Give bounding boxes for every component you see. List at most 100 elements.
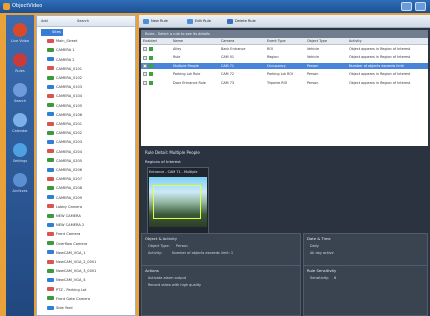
tree-item[interactable]: NewCAM_VGA_2_0001 (47, 259, 96, 266)
camera-icon (43, 29, 50, 34)
activity-value: Number of objects exceeds limit: 1 (172, 251, 234, 255)
rule-row[interactable]: Multiple People CAM 71 Occupancy Person Numb… (141, 62, 428, 70)
rule-activity: Number of objects exceeds limit (349, 63, 404, 68)
tree-item-label: CAMERA_0203 (56, 140, 83, 145)
edit-rule-button[interactable]: Edit Rule (187, 18, 211, 25)
region-caption: Entrance - CAM 71 - Multiple (149, 170, 198, 174)
rule-enabled-checkbox[interactable] (143, 47, 147, 52)
tree-item[interactable]: CAMERA_0204 (47, 149, 82, 156)
tree-add-button[interactable]: Add (41, 18, 48, 25)
rule-camera: CAM 72 (221, 72, 235, 77)
tree-item[interactable]: CAMERA_0209 (47, 195, 82, 202)
rule-object: Vehicle (307, 47, 320, 51)
delete-rule-button[interactable]: Delete Rule (227, 18, 256, 25)
nav-item-live-video[interactable]: Live Video (6, 23, 34, 43)
minimize-button[interactable] (401, 2, 412, 11)
camera-icon (47, 213, 54, 218)
rule-object: Person (307, 72, 319, 77)
rule-camera: Back Entrance (221, 47, 246, 51)
tree-item[interactable]: CAMERA_0106 (47, 112, 82, 119)
tree-item[interactable]: CAMERA_0207 (47, 176, 82, 183)
tree-item[interactable]: CAMERA_0208 (47, 185, 82, 192)
rules-toolbar: New Rule Edit Rule Delete Rule (139, 15, 430, 28)
column-header[interactable]: Event Type (267, 38, 286, 45)
region-polygon[interactable] (153, 185, 201, 219)
tree-item[interactable]: Main_Street (47, 38, 77, 45)
tree-item[interactable]: CAMERA_0105 (47, 103, 82, 110)
close-button[interactable] (415, 2, 426, 11)
camera-icon (47, 75, 54, 80)
camera-icon (47, 112, 54, 117)
tree-item[interactable]: CAMERA_0103 (47, 84, 82, 91)
camera-icon (47, 268, 54, 273)
tree-item-label: NewCAM_VGA_4 (56, 278, 86, 283)
rule-enabled-checkbox[interactable] (143, 55, 147, 60)
tree-item[interactable]: CAMERA_0104 (47, 93, 82, 100)
camera-icon (47, 250, 54, 255)
tree-item[interactable]: Front Gate Camera (47, 296, 90, 303)
column-header[interactable]: Activity (349, 38, 362, 45)
nav-item-rules[interactable]: Rules (6, 53, 34, 73)
rule-enabled-checkbox[interactable] (143, 72, 147, 77)
tree-item-label: Lobby Camera (56, 204, 83, 209)
tree-item[interactable]: Lobby Camera (47, 204, 82, 211)
search-icon (13, 83, 27, 97)
tree-item[interactable]: Sites (41, 29, 63, 37)
nav-item-archives[interactable]: Archives (6, 173, 34, 193)
tree-item[interactable]: NewCAM_VGA_4 (47, 277, 86, 284)
tree-item-label: Main_Street (56, 39, 78, 44)
tree-item[interactable]: NEW CAMERA (47, 213, 81, 220)
tree-item[interactable]: Side Yard (47, 305, 73, 312)
rule-enabled-checkbox[interactable] (143, 64, 147, 69)
rule-enabled-checkbox[interactable] (143, 80, 147, 85)
tree-item-label: CAMERA 1 (56, 48, 75, 53)
tree-item[interactable]: NewCAM_VGA_3_0001 (47, 268, 96, 275)
tree-item[interactable]: NewCAM_VGA_1 (47, 250, 86, 257)
tree-item[interactable]: CAMERA_0201 (47, 121, 82, 128)
nav-item-calendar[interactable]: Calendar (6, 113, 34, 133)
calendar-icon (13, 113, 27, 127)
tree-item[interactable]: CAMERA_0206 (47, 167, 82, 174)
tree-search-button[interactable]: Search (77, 18, 89, 25)
tree-item[interactable]: Overflow Camera (47, 241, 87, 248)
rule-status-icon (149, 55, 153, 60)
tree-item[interactable]: CAMERA_0101 (47, 66, 82, 73)
camera-icon (47, 66, 54, 71)
tree-item[interactable]: CAMERA_0205 (47, 158, 82, 165)
column-header[interactable]: Object Type (307, 38, 327, 45)
rule-row[interactable]: Alley Back Entrance ROI Vehicle Object appea… (141, 46, 428, 53)
rule-row[interactable]: Door Entrance Rule CAM 73 Tripwire ROI Pers… (141, 80, 428, 87)
camera-icon (47, 47, 54, 52)
rule-detail-title: Rule Detail: Multiple People (145, 150, 200, 155)
camera-icon (47, 296, 54, 301)
column-header[interactable]: Name (173, 38, 183, 45)
action-line: Record video with high quality (148, 283, 202, 287)
tree-item[interactable]: CAMERA 1 (47, 47, 75, 54)
tree-item[interactable]: CAMERA_0203 (47, 139, 82, 146)
camera-icon (47, 38, 54, 43)
tree-add-label: Add (41, 19, 48, 23)
nav-item-search[interactable]: Search (6, 83, 34, 103)
left-nav: Live Video Rules Search Calendar Setting… (6, 15, 34, 316)
tree-search-label: Search (77, 19, 90, 23)
tree-item[interactable]: Front Camera (47, 231, 80, 238)
tree-item[interactable]: CAMERA 2 (47, 57, 75, 64)
column-header[interactable]: Enabled (143, 38, 157, 45)
tree-item[interactable]: NEW CAMERA 2 (47, 222, 84, 229)
new-rule-label: New Rule (151, 19, 168, 23)
nav-label: Settings (12, 159, 28, 163)
rules-header: Rules - Select a rule to see its details (141, 30, 428, 38)
tree-item-label: CAMERA_0206 (56, 168, 83, 172)
tree-item[interactable]: PTZ - Parking Lot (47, 287, 86, 294)
tree-item[interactable]: CAMERA_0202 (47, 130, 82, 137)
rule-row[interactable]: Rule CAM 01 Region Vehicle Object appears in… (141, 54, 428, 61)
tree-item-label: NEW CAMERA (56, 214, 81, 218)
rule-object: Person (307, 63, 319, 68)
rule-status-icon (149, 64, 153, 69)
tree-item-label: CAMERA_0209 (56, 195, 83, 200)
new-rule-button[interactable]: New Rule (143, 18, 168, 25)
rule-row[interactable]: Parking Lot Rule CAM 72 Parking Lot ROI Per… (141, 71, 428, 78)
tree-item[interactable]: CAMERA_0102 (47, 75, 82, 82)
column-header[interactable]: Camera (221, 38, 234, 45)
nav-item-settings[interactable]: Settings (6, 143, 34, 163)
